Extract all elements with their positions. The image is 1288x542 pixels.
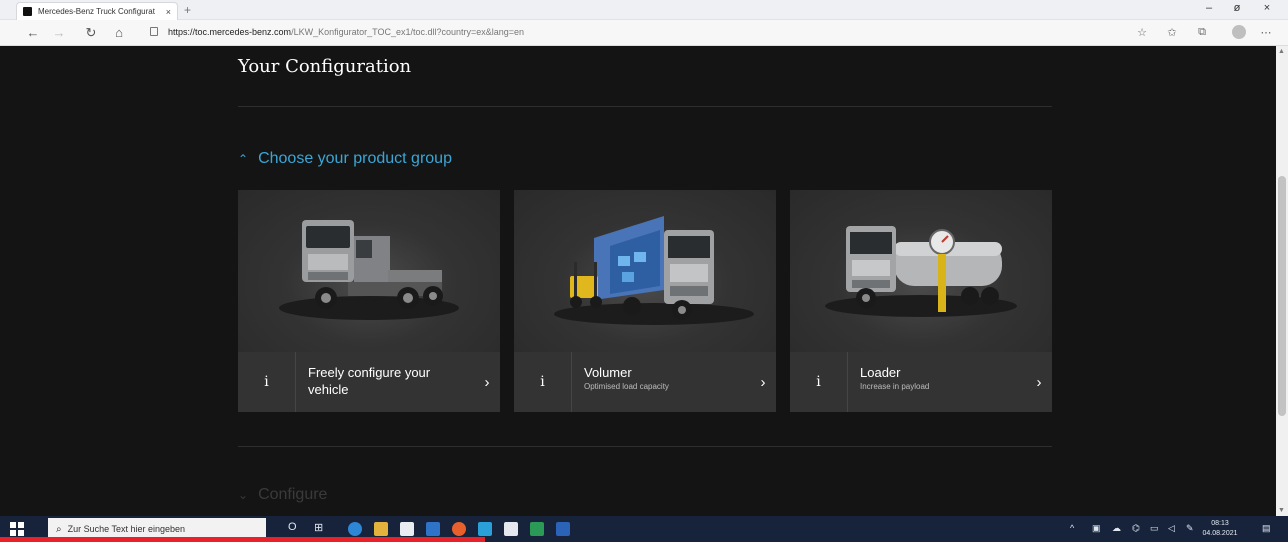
card-title: Freely configure your vehicle <box>308 365 431 397</box>
scroll-up-icon[interactable]: ▲ <box>1278 48 1285 55</box>
info-icon[interactable]: i <box>790 352 848 412</box>
back-arrow-icon[interactable]: ← <box>24 25 42 40</box>
card-text: Freely configure your vehicle <box>296 352 474 412</box>
pen-icon[interactable]: ✎ <box>1186 523 1194 534</box>
more-menu-icon[interactable]: ⋯ <box>1258 26 1274 39</box>
info-icon[interactable]: i <box>514 352 572 412</box>
speaker-icon[interactable]: ◁ <box>1168 523 1175 534</box>
mail-icon[interactable] <box>426 522 440 536</box>
card-footer: i Freely configure your vehicle › <box>238 352 500 412</box>
chevron-right-icon[interactable]: › <box>474 352 500 412</box>
favorite-star-icon[interactable]: ☆ <box>1134 26 1150 39</box>
taskbar-clock[interactable]: 08:13 04.08.2021 <box>1200 519 1240 539</box>
divider <box>238 106 1052 107</box>
task-view-icon[interactable]: O <box>288 521 297 533</box>
word-icon[interactable] <box>556 522 570 536</box>
taskbar-search-placeholder: Zur Suche Text hier eingeben <box>67 524 186 534</box>
app-icon[interactable] <box>504 522 518 536</box>
windows-start-icon[interactable] <box>10 522 24 536</box>
red-underline-bar <box>0 537 485 542</box>
card-footer: i Volumer Optimised load capacity › <box>514 352 776 412</box>
reload-icon[interactable]: ↻ <box>82 25 100 41</box>
edge-app-icon[interactable] <box>348 522 362 536</box>
favorites-bar-icon[interactable]: ✩ <box>1164 26 1180 39</box>
app-icon[interactable] <box>478 522 492 536</box>
url-path: /LKW_Konfigurator_TOC_ex1/toc.dll?countr… <box>291 27 525 37</box>
close-window-button[interactable]: × <box>1256 2 1278 14</box>
section-label: Configure <box>258 486 328 503</box>
forward-arrow-icon[interactable]: → <box>50 25 68 40</box>
close-tab-icon[interactable]: × <box>166 7 171 17</box>
excel-icon[interactable] <box>530 522 544 536</box>
divider <box>238 446 1052 447</box>
new-tab-button[interactable]: + <box>184 3 191 17</box>
search-icon: ⌕ <box>56 523 62 535</box>
card-text: Volumer Optimised load capacity <box>572 352 750 412</box>
chevron-up-icon: ⌃ <box>238 152 249 166</box>
chevron-right-icon[interactable]: › <box>1026 352 1052 412</box>
card-subtitle: Increase in payload <box>860 382 930 391</box>
section-label: Choose your product group <box>258 150 452 167</box>
page-scrollbar[interactable]: ▲ ▼ <box>1276 46 1288 516</box>
url-host: https://toc.mercedes-benz.com <box>168 27 292 37</box>
chevron-right-icon[interactable]: › <box>750 352 776 412</box>
card-title: Loader <box>860 365 901 380</box>
cloud-icon[interactable]: ☁ <box>1112 523 1121 534</box>
product-card-volumer[interactable]: i Volumer Optimised load capacity › <box>514 190 776 412</box>
product-group-cards: i Freely configure your vehicle › i Volu… <box>238 190 1052 412</box>
card-subtitle: Optimised load capacity <box>584 382 669 391</box>
browser-tab[interactable]: Mercedes-Benz Truck Configurat × <box>16 2 178 20</box>
scroll-down-icon[interactable]: ▼ <box>1278 507 1285 514</box>
minimize-button[interactable]: – <box>1198 2 1220 14</box>
chevron-down-icon: ⌄ <box>238 488 249 502</box>
section-configure[interactable]: ⌄ Configure <box>238 486 327 504</box>
tanker-truck-image <box>790 190 1052 352</box>
product-card-freely-configure[interactable]: i Freely configure your vehicle › <box>238 190 500 412</box>
clock-date: 04.08.2021 <box>1202 530 1238 537</box>
notification-icon[interactable]: ▤ <box>1262 523 1271 534</box>
home-icon[interactable]: ⌂ <box>110 25 128 40</box>
tab-title: Mercedes-Benz Truck Configurat <box>38 7 155 16</box>
tractor-truck-image <box>238 190 500 352</box>
lock-icon[interactable] <box>150 27 158 36</box>
card-text: Loader Increase in payload <box>848 352 1026 412</box>
network-icon[interactable]: ⌬ <box>1132 523 1140 534</box>
tray-app-icon[interactable]: ▣ <box>1092 523 1101 534</box>
section-product-group[interactable]: ⌃ Choose your product group <box>238 150 452 168</box>
multitask-icon[interactable]: ⊞ <box>314 521 323 534</box>
display-icon[interactable]: ▭ <box>1150 523 1159 534</box>
mercedes-favicon-icon <box>23 7 32 16</box>
browser-titlebar: Mercedes-Benz Truck Configurat × + – ø × <box>0 0 1288 20</box>
clock-time: 08:13 <box>1211 520 1229 527</box>
file-explorer-icon[interactable] <box>374 522 388 536</box>
restore-button[interactable]: ø <box>1226 2 1248 14</box>
address-bar-row: ← → ↻ ⌂ https://toc.mercedes-benz.com/LK… <box>0 20 1288 46</box>
chevron-up-icon[interactable]: ^ <box>1070 523 1074 533</box>
collections-icon[interactable]: ⧉ <box>1194 26 1210 39</box>
store-icon[interactable] <box>400 522 414 536</box>
profile-avatar-icon[interactable] <box>1232 25 1246 39</box>
page-title: Your Configuration <box>238 56 412 77</box>
url-field[interactable]: https://toc.mercedes-benz.com/LKW_Konfig… <box>168 27 524 37</box>
configurator-page: Your Configuration ⌃ Choose your product… <box>0 46 1276 516</box>
box-truck-image <box>514 190 776 352</box>
card-title: Volumer <box>584 365 632 380</box>
product-card-loader[interactable]: i Loader Increase in payload › <box>790 190 1052 412</box>
scrollbar-thumb[interactable] <box>1278 176 1286 416</box>
info-icon[interactable]: i <box>238 352 296 412</box>
card-footer: i Loader Increase in payload › <box>790 352 1052 412</box>
firefox-icon[interactable] <box>452 522 466 536</box>
